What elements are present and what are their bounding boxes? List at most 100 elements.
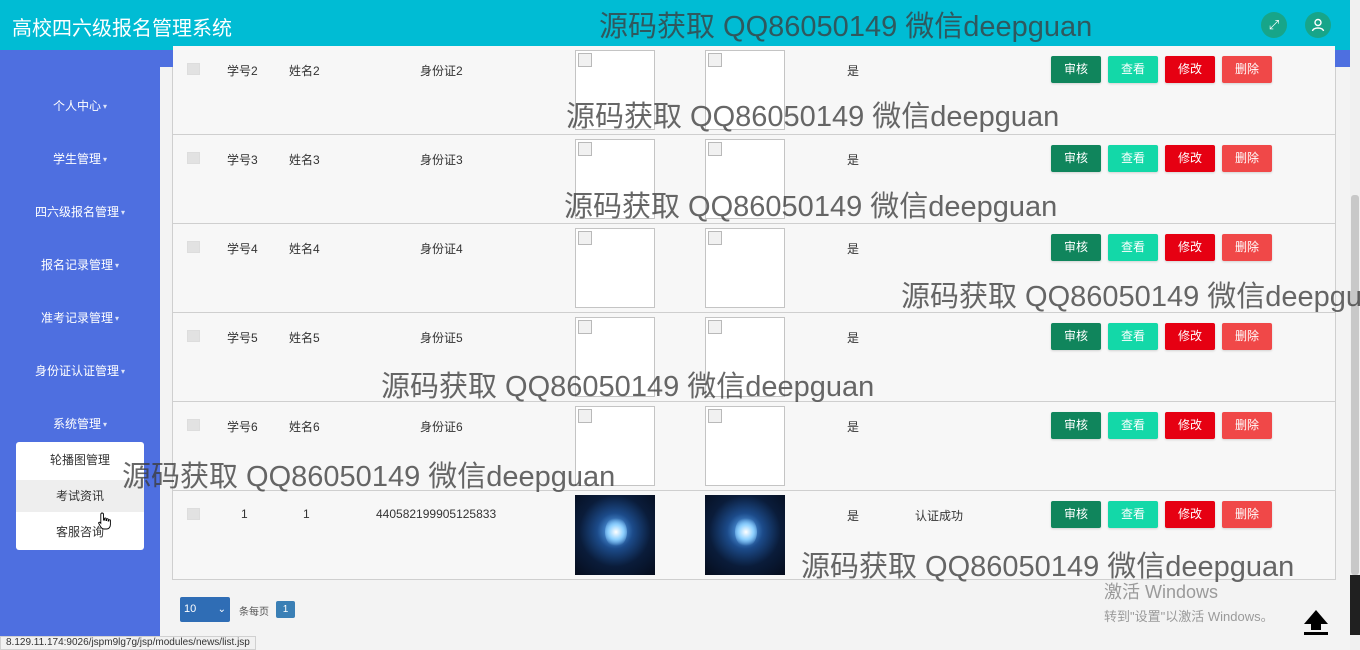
audit-button[interactable]: 审核	[1051, 234, 1101, 261]
audit-button[interactable]: 审核	[1051, 56, 1101, 83]
caret-down-icon: ▾	[103, 155, 108, 165]
broken-image-icon	[578, 409, 592, 423]
delete-button[interactable]: 删除	[1222, 501, 1272, 528]
table-row: 学号5 姓名5 身份证5 是 审核 查看 修改 删除	[173, 313, 1335, 402]
audit-button[interactable]: 审核	[1051, 145, 1101, 172]
edit-button[interactable]: 修改	[1165, 56, 1215, 83]
caret-down-icon: ▾	[121, 367, 126, 377]
scrollbar-handle[interactable]	[1350, 575, 1360, 635]
broken-image-icon	[578, 53, 592, 67]
id-front-image	[575, 139, 655, 219]
id-card-cell: 身份证5	[420, 331, 463, 345]
image-glow	[605, 517, 627, 547]
broken-image-icon	[708, 53, 722, 67]
sidebar-item-registration-records[interactable]: 报名记录管理 ▾	[0, 256, 160, 273]
per-page-label: 条每页	[239, 607, 269, 618]
table-row: 1 1 440582199905125833 是 认证成功 审核 查看 修改 删…	[173, 491, 1335, 580]
sidebar-item-profile[interactable]: 个人中心 ▾	[0, 97, 160, 114]
view-button[interactable]: 查看	[1108, 412, 1158, 439]
view-button[interactable]: 查看	[1108, 323, 1158, 350]
student-no-cell: 学号4	[227, 242, 258, 256]
id-card-cell: 身份证6	[420, 420, 463, 434]
name-cell: 姓名5	[289, 331, 320, 345]
id-front-image	[575, 50, 655, 130]
activation-title: 激活 Windows	[1104, 582, 1219, 602]
id-card-cell: 身份证3	[420, 153, 463, 167]
scrollbar-thumb[interactable]	[1351, 195, 1359, 575]
broken-image-icon	[708, 142, 722, 156]
row-checkbox[interactable]	[187, 419, 200, 431]
caret-down-icon: ▾	[121, 208, 126, 218]
activation-subtitle: 转到"设置"以激活 Windows。	[1104, 609, 1274, 624]
flag-cell: 是	[847, 64, 860, 78]
sidebar-item-cet-registration[interactable]: 四六级报名管理 ▾	[0, 203, 160, 220]
broken-image-icon	[708, 231, 722, 245]
id-back-image	[705, 317, 785, 397]
view-button[interactable]: 查看	[1108, 234, 1158, 261]
name-cell: 姓名3	[289, 153, 320, 167]
id-front-image	[575, 406, 655, 486]
caret-down-icon: ▾	[103, 102, 108, 112]
table-row: 学号2 姓名2 身份证2 是 审核 查看 修改 删除	[173, 46, 1335, 135]
caret-down-icon: ▾	[103, 420, 108, 430]
page-scrollbar[interactable]	[1350, 0, 1360, 650]
edit-button[interactable]: 修改	[1165, 501, 1215, 528]
id-back-image	[705, 495, 785, 575]
name-cell: 姓名6	[289, 420, 320, 434]
sidebar: 个人中心 ▾ 学生管理 ▾ 四六级报名管理 ▾ 报名记录管理 ▾ 准考记录管理 ▾ 身份证…	[0, 50, 160, 650]
broken-image-icon	[708, 409, 722, 423]
sidebar-item-admission-records[interactable]: 准考记录管理 ▾	[0, 309, 160, 326]
delete-button[interactable]: 删除	[1222, 56, 1272, 83]
status-bar-url: 8.129.11.174:9026/jspm9lg7g/jsp/modules/…	[0, 636, 256, 650]
edit-button[interactable]: 修改	[1165, 234, 1215, 261]
sidebar-item-system[interactable]: 系统管理 ▾	[0, 415, 160, 432]
broken-image-icon	[708, 320, 722, 334]
row-checkbox[interactable]	[187, 152, 200, 164]
view-button[interactable]: 查看	[1108, 145, 1158, 172]
row-checkbox[interactable]	[187, 330, 200, 342]
audit-button[interactable]: 审核	[1051, 323, 1101, 350]
id-front-image	[575, 228, 655, 308]
name-cell: 姓名4	[289, 242, 320, 256]
audit-button[interactable]: 审核	[1051, 501, 1101, 528]
edit-button[interactable]: 修改	[1165, 145, 1215, 172]
sidebar-item-label: 身份证认证管理	[34, 364, 119, 378]
id-front-image	[575, 495, 655, 575]
delete-button[interactable]: 删除	[1222, 234, 1272, 261]
sidebar-item-students[interactable]: 学生管理 ▾	[0, 150, 160, 167]
id-card-cell: 440582199905125833	[376, 507, 497, 521]
submenu-item-customer-service[interactable]: 客服咨询	[16, 516, 144, 548]
row-checkbox[interactable]	[187, 241, 200, 253]
submenu-item-exam-news[interactable]: 考试资讯	[16, 480, 144, 512]
edit-button[interactable]: 修改	[1165, 323, 1215, 350]
student-no-cell: 学号6	[227, 420, 258, 434]
user-icon[interactable]	[1305, 12, 1331, 38]
id-back-image	[705, 50, 785, 130]
windows-activation-notice: 激活 Windows 转到"设置"以激活 Windows。	[1104, 578, 1274, 625]
fullscreen-icon[interactable]: ⤢	[1261, 12, 1287, 38]
submenu-item-carousel[interactable]: 轮播图管理	[16, 444, 144, 476]
row-checkbox[interactable]	[187, 508, 200, 520]
system-submenu: 轮播图管理 考试资讯 客服咨询	[16, 442, 144, 550]
back-to-top-icon[interactable]	[1300, 606, 1332, 636]
view-button[interactable]: 查看	[1108, 56, 1158, 83]
student-no-cell: 学号2	[227, 64, 258, 78]
row-checkbox[interactable]	[187, 63, 200, 75]
page-size-value: 10	[184, 603, 197, 615]
table-row: 学号3 姓名3 身份证3 是 审核 查看 修改 删除	[173, 135, 1335, 224]
delete-button[interactable]: 删除	[1222, 145, 1272, 172]
delete-button[interactable]: 删除	[1222, 323, 1272, 350]
table-row: 学号4 姓名4 身份证4 是 审核 查看 修改 删除	[173, 224, 1335, 313]
edit-button[interactable]: 修改	[1165, 412, 1215, 439]
sidebar-item-id-verification[interactable]: 身份证认证管理 ▾	[0, 362, 160, 379]
flag-cell: 是	[847, 153, 860, 167]
audit-button[interactable]: 审核	[1051, 412, 1101, 439]
view-button[interactable]: 查看	[1108, 501, 1158, 528]
flag-cell: 是	[847, 331, 860, 345]
sidebar-item-label: 报名记录管理	[40, 258, 113, 272]
broken-image-icon	[578, 142, 592, 156]
page-size-select[interactable]: 10 ⌄	[180, 597, 230, 622]
status-cell: 认证成功	[915, 509, 964, 523]
page-number-button[interactable]: 1	[276, 601, 295, 618]
delete-button[interactable]: 删除	[1222, 412, 1272, 439]
